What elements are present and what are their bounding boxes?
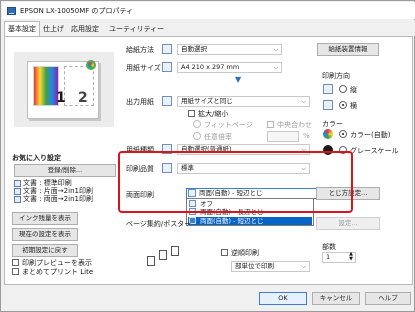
landscape-icon bbox=[323, 100, 333, 110]
page-layout-settings-button[interactable]: 設定... bbox=[316, 217, 380, 230]
chevron-down-icon: ⌵ bbox=[273, 46, 278, 53]
percent-unit: % bbox=[303, 132, 310, 140]
print-preview-checkbox[interactable] bbox=[12, 259, 19, 266]
stepper-arrows-icon[interactable]: ▲ ▼ bbox=[349, 252, 353, 262]
tab-utility[interactable]: ユーティリティー bbox=[106, 23, 167, 36]
window-title: EPSON LX-10050MF のプロパティ bbox=[20, 6, 134, 15]
favorites-label: お気に入り設定 bbox=[12, 154, 61, 162]
chevron-down-icon: ⌵ bbox=[301, 263, 306, 270]
copies-label: 部数 bbox=[322, 243, 336, 251]
orientation-portrait-label: 縦 bbox=[350, 86, 357, 94]
copies-value: 1 bbox=[326, 253, 331, 261]
orientation-portrait-radio[interactable] bbox=[339, 85, 347, 93]
favorite-item-label: 文書 : 両面→2in1印刷 bbox=[23, 195, 93, 203]
duplex-highlight-frame bbox=[118, 151, 353, 213]
tab-basic[interactable]: 基本設定 bbox=[4, 21, 40, 36]
scaling-label: 拡大/縮小 bbox=[198, 110, 229, 118]
ok-button[interactable]: OK bbox=[259, 292, 307, 305]
arrow-down-icon: ▼ bbox=[235, 75, 242, 84]
any-ratio-radio[interactable] bbox=[193, 132, 201, 140]
list-item[interactable]: 文書 : 両面→2in1印刷 bbox=[14, 194, 93, 204]
output-paper-value: 用紙サイズと同じ bbox=[181, 97, 233, 105]
color-icon bbox=[323, 129, 333, 139]
page-order-icon bbox=[147, 246, 181, 268]
favorites-register-button[interactable]: 登録/削除... bbox=[14, 164, 116, 177]
scaling-checkbox[interactable] bbox=[188, 110, 195, 117]
paper-size-value: A4 210 x 297 mm bbox=[181, 63, 240, 71]
title-bar: EPSON LX-10050MF のプロパティ bbox=[2, 2, 415, 19]
color-auto-label: カラー(自動) bbox=[350, 131, 391, 139]
paper-source-value: 自動選択 bbox=[181, 45, 207, 53]
document-icon bbox=[14, 195, 21, 203]
paper-size-label: 用紙サイズ bbox=[126, 64, 161, 72]
print-lite-checkbox[interactable] bbox=[12, 268, 19, 275]
paper-source-icon bbox=[162, 44, 172, 54]
preview-page-number-1: 1 bbox=[56, 90, 66, 106]
properties-window: EPSON LX-10050MF のプロパティ 基本設定 仕上げ 応用設定 ユー… bbox=[0, 0, 415, 312]
ink-level-button[interactable]: インク残量を表示 bbox=[12, 212, 78, 225]
preview-sheet: 1 2 bbox=[27, 60, 99, 119]
show-current-settings-button[interactable]: 現在の設定を表示 bbox=[12, 228, 78, 241]
reset-defaults-button[interactable]: 初期設定に戻す bbox=[12, 244, 78, 257]
tab-advanced[interactable]: 応用設定 bbox=[68, 23, 102, 36]
page-preview: 1 2 bbox=[14, 52, 114, 127]
feeder-info-button[interactable]: 給紙装置情報 bbox=[317, 43, 379, 56]
any-ratio-label: 任意倍率 bbox=[204, 133, 232, 141]
reverse-order-label: 逆順印刷 bbox=[231, 249, 259, 257]
orientation-label: 印刷方向 bbox=[322, 72, 350, 80]
fit-page-label: フィットページ bbox=[204, 121, 253, 129]
cancel-button[interactable]: キャンセル bbox=[312, 292, 360, 305]
duplex-option-short-edge[interactable]: 両面(自動) - 短辺とじ bbox=[188, 217, 312, 225]
center-checkbox[interactable] bbox=[267, 121, 274, 128]
paper-size-icon bbox=[162, 62, 172, 72]
fit-page-radio[interactable] bbox=[193, 120, 201, 128]
paper-source-label: 給紙方法 bbox=[126, 46, 154, 54]
printer-icon bbox=[7, 6, 16, 15]
duplex-option-label: 両面(自動) - 短辺とじ bbox=[200, 217, 264, 225]
color-mode-icon bbox=[86, 60, 96, 70]
paper-source-select[interactable]: 自動選択 ⌵ bbox=[177, 44, 282, 55]
page-order-page-3 bbox=[171, 246, 179, 256]
copies-stepper[interactable]: 1 ▲ ▼ bbox=[322, 252, 356, 263]
grayscale-label: グレースケール bbox=[350, 147, 399, 155]
print-lite-label: まとめてプリント Lite bbox=[22, 268, 94, 276]
output-paper-label: 出力用紙 bbox=[126, 98, 154, 106]
chevron-down-icon: ⌵ bbox=[273, 64, 278, 71]
ratio-input[interactable] bbox=[267, 131, 299, 142]
collate-value: 部単位で印刷 bbox=[235, 262, 274, 270]
tab-finishing[interactable]: 仕上げ bbox=[40, 23, 67, 36]
collate-select[interactable]: 部単位で印刷 ⌵ bbox=[231, 261, 310, 272]
reverse-order-checkbox[interactable] bbox=[221, 249, 228, 256]
color-label: カラー bbox=[322, 120, 343, 128]
help-button[interactable]: ヘルプ bbox=[365, 292, 411, 305]
page-order-page-2 bbox=[159, 250, 167, 260]
portrait-icon bbox=[323, 84, 333, 94]
output-paper-select[interactable]: 用紙サイズと同じ ⌵ bbox=[177, 96, 310, 107]
page-order-page-1 bbox=[147, 256, 155, 266]
page-layout-label: ページ集約/ポスター bbox=[126, 220, 192, 228]
preview-page-number-2: 2 bbox=[78, 90, 88, 106]
output-paper-icon bbox=[162, 96, 172, 106]
orientation-landscape-label: 横 bbox=[350, 102, 357, 110]
color-auto-radio[interactable] bbox=[339, 130, 347, 138]
paper-size-select[interactable]: A4 210 x 297 mm ⌵ bbox=[177, 62, 282, 73]
center-label: 中央合わせ bbox=[277, 121, 312, 129]
orientation-landscape-radio[interactable] bbox=[339, 101, 347, 109]
chevron-down-icon: ⌵ bbox=[301, 98, 306, 105]
tab-bar: 基本設定 仕上げ 応用設定 ユーティリティー bbox=[2, 20, 415, 36]
